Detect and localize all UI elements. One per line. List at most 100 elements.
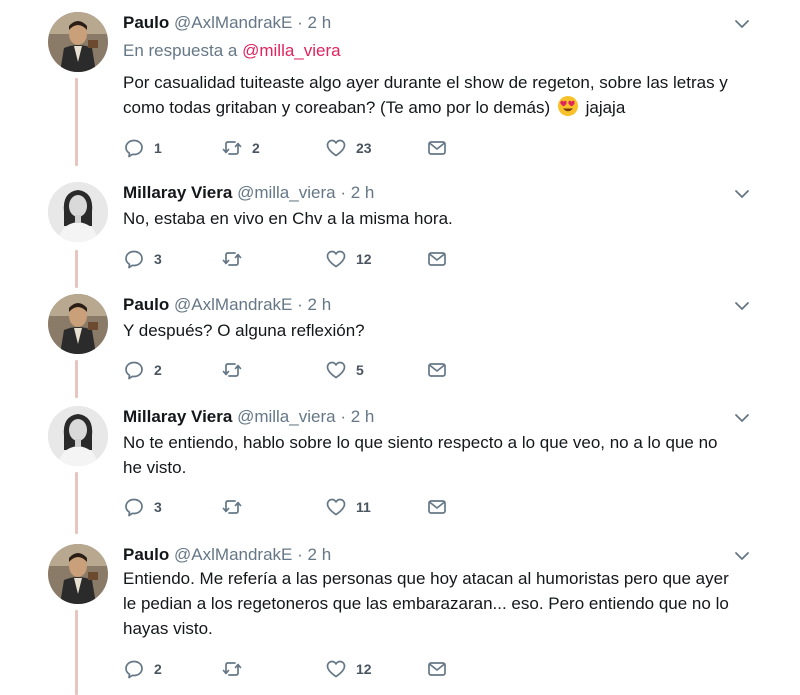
retweet-button[interactable] [221,358,252,382]
timestamp[interactable]: 2 h [308,545,332,564]
timestamp[interactable]: 2 h [351,183,375,202]
tweet-text-line: hayas visto. [123,619,213,638]
envelope-icon [428,141,446,155]
like-count: 12 [356,251,372,267]
display-name[interactable]: Paulo [123,545,169,564]
user-handle[interactable]: @milla_viera [237,183,336,202]
timestamp[interactable]: 2 h [351,407,375,426]
avatar-millaray[interactable] [48,182,108,242]
chevron-down-icon[interactable] [734,298,750,314]
thread-line [75,78,78,166]
chevron-down-icon[interactable] [734,16,750,32]
tweet-text-line: como todas gritaban y coreaban? (Te amo … [123,95,763,120]
tweet-text-line: Entiendo. Me refería a las personas que … [123,569,729,588]
reply-icon [125,250,143,269]
like-button[interactable]: 23 [325,136,372,160]
retweet-icon [222,141,242,155]
tweet-text: Y después? O alguna reflexión? [123,318,763,343]
reply-count: 2 [154,661,162,677]
retweet-button[interactable] [221,495,252,519]
tweet-text-line: le pedian a los regetoneros que las emba… [123,594,729,613]
display-name[interactable]: Paulo [123,13,169,32]
tweet-header: Millaray Viera @milla_viera · 2 h [123,406,374,428]
user-handle[interactable]: @AxlMandrakE [174,13,292,32]
reply-button[interactable]: 3 [123,495,162,519]
reply-count: 3 [154,499,162,515]
tweet-header: Paulo @AxlMandrakE · 2 h [123,544,331,566]
heart-eyes-emoji [557,96,578,116]
reply-button[interactable]: 3 [123,247,162,271]
reply-prefix: En respuesta a [123,41,238,60]
like-button[interactable]: 5 [325,358,364,382]
thread-line [75,360,78,398]
retweet-icon [222,662,242,676]
envelope-icon [428,252,446,266]
separator-dot: · [297,13,303,32]
reply-mention-link[interactable]: @milla_viera [242,41,341,60]
retweet-button[interactable] [221,247,252,271]
reply-count: 1 [154,140,162,156]
heart-icon [326,139,346,157]
heart-icon [326,250,346,268]
user-handle[interactable]: @milla_viera [237,407,336,426]
like-button[interactable]: 12 [325,657,372,681]
like-count: 23 [356,140,372,156]
avatar-paulo[interactable] [48,544,108,604]
envelope-icon [428,363,446,377]
timestamp[interactable]: 2 h [308,13,332,32]
direct-message-button[interactable] [426,358,448,382]
user-handle[interactable]: @AxlMandrakE [174,545,292,564]
tweet-text-line: No te entiendo, hablo sobre lo que sient… [123,433,718,452]
tweet-text-line: Y después? O alguna reflexión? [123,321,365,340]
direct-message-button[interactable] [426,247,448,271]
display-name[interactable]: Millaray Viera [123,407,232,426]
separator-dot: · [297,295,303,314]
avatar-millaray[interactable] [48,406,108,466]
chevron-down-icon[interactable] [734,548,750,564]
tweet-text-line: he visto. [123,458,187,477]
retweet-icon [222,252,242,266]
direct-message-button[interactable] [426,136,448,160]
reply-count: 3 [154,251,162,267]
direct-message-button[interactable] [426,657,448,681]
tweet-text-line: Por casualidad tuiteaste algo ayer duran… [123,73,728,92]
chevron-down-icon[interactable] [734,410,750,426]
retweet-button[interactable]: 2 [221,136,260,160]
retweet-icon [222,363,242,377]
separator-dot: · [297,545,303,564]
retweet-button[interactable] [221,657,252,681]
reply-icon [125,139,143,158]
tweet-text-fragment: como todas gritaban y coreaban? (Te amo … [123,98,551,117]
user-handle[interactable]: @AxlMandrakE [174,295,292,314]
display-name[interactable]: Paulo [123,295,169,314]
separator-dot: · [340,407,346,426]
reply-icon [125,660,143,679]
tweet-actions: 3 11 [123,495,463,519]
reply-button[interactable]: 2 [123,657,162,681]
like-button[interactable]: 12 [325,247,372,271]
tweet-actions: 2 5 [123,358,463,382]
direct-message-button[interactable] [426,495,448,519]
tweet-text-fragment: jajaja [585,98,626,117]
avatar-paulo[interactable] [48,294,108,354]
like-count: 12 [356,661,372,677]
reply-icon [125,498,143,517]
reply-button[interactable]: 2 [123,358,162,382]
reply-context: En respuesta a @milla_viera [123,41,341,61]
thread-line [75,472,78,534]
tweet-text: Por casualidad tuiteaste algo ayer duran… [123,70,763,120]
tweet-text: No, estaba en vivo en Chv a la misma hor… [123,206,763,231]
envelope-icon [428,662,446,676]
like-button[interactable]: 11 [325,495,371,519]
chevron-down-icon[interactable] [734,186,750,202]
display-name[interactable]: Millaray Viera [123,183,232,202]
retweet-icon [222,500,242,514]
tweet-text-line: No, estaba en vivo en Chv a la misma hor… [123,209,453,228]
thread-line [75,250,78,288]
tweet-actions: 3 12 [123,247,463,271]
timestamp[interactable]: 2 h [308,295,332,314]
reply-button[interactable]: 1 [123,136,162,160]
tweet-header: Paulo @AxlMandrakE · 2 h [123,12,331,34]
avatar-paulo[interactable] [48,12,108,72]
heart-icon [326,660,346,678]
